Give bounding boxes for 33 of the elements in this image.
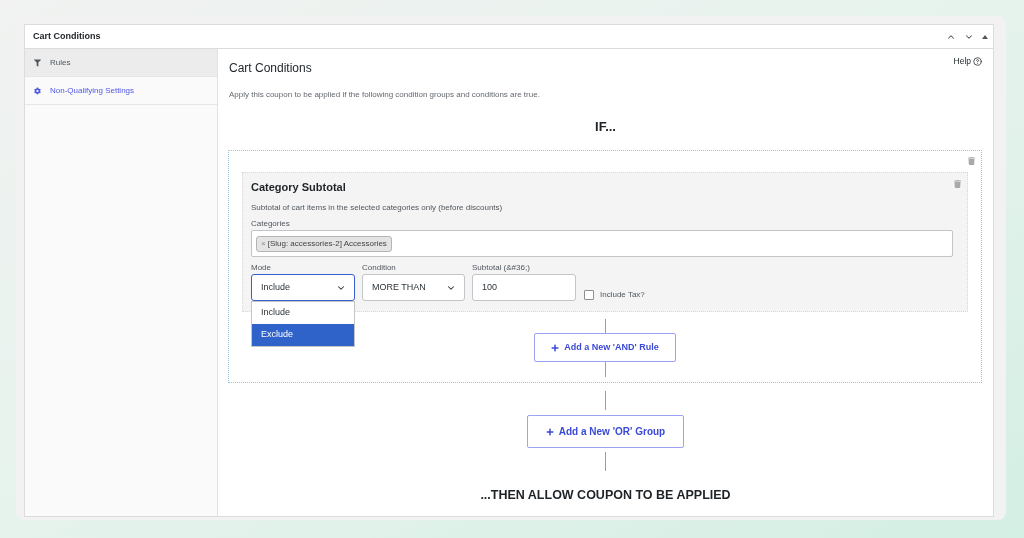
then-label: ...THEN ALLOW COUPON TO BE APPLIED — [480, 487, 731, 504]
connector-line — [605, 452, 606, 471]
include-tax-checkbox[interactable] — [584, 289, 594, 300]
dropdown-option[interactable]: Exclude — [252, 324, 354, 346]
help-icon — [973, 56, 982, 66]
section-description: Apply this coupon to be applied if the following condition groups and conditions are true. — [229, 89, 541, 101]
connector-line — [605, 391, 606, 410]
gear-icon — [34, 86, 41, 95]
plus-icon — [551, 343, 560, 352]
panel-title: Cart Conditions — [33, 29, 101, 43]
if-label: IF... — [594, 118, 617, 136]
checkbox-label: Include Tax? — [600, 289, 645, 300]
add-and-rule-button[interactable]: Add a New 'AND' Rule — [534, 333, 676, 362]
sidebar-item[interactable]: Rules — [25, 49, 217, 77]
categories-field[interactable]: × [Slug: accessories-2] Accessories — [251, 230, 953, 257]
help-link[interactable]: Help — [953, 55, 982, 67]
condition-description: Subtotal of cart items in the selected categories only (before discounts) — [251, 202, 504, 213]
connector-line — [604, 319, 606, 333]
field-label: Subtotal (&#36;) — [472, 262, 531, 273]
subtotal-input[interactable]: 100 — [472, 274, 576, 301]
condition-title: Category Subtotal — [251, 180, 346, 194]
field-label: Categories — [251, 218, 291, 229]
mode-select[interactable]: Include — [251, 274, 355, 301]
funnel-icon — [34, 58, 41, 67]
connector-line — [604, 362, 606, 377]
field-label: Mode — [251, 262, 272, 273]
field-label: Condition — [362, 262, 397, 273]
tag-label: [Slug: accessories-2] Accessories — [267, 237, 387, 250]
add-or-group-button[interactable]: Add a New 'OR' Group — [527, 415, 684, 448]
plus-icon — [545, 427, 554, 436]
triangle-icon[interactable] — [982, 34, 988, 39]
condition-select[interactable]: MORE THAN — [362, 274, 465, 301]
section-title: Cart Conditions — [229, 60, 312, 76]
